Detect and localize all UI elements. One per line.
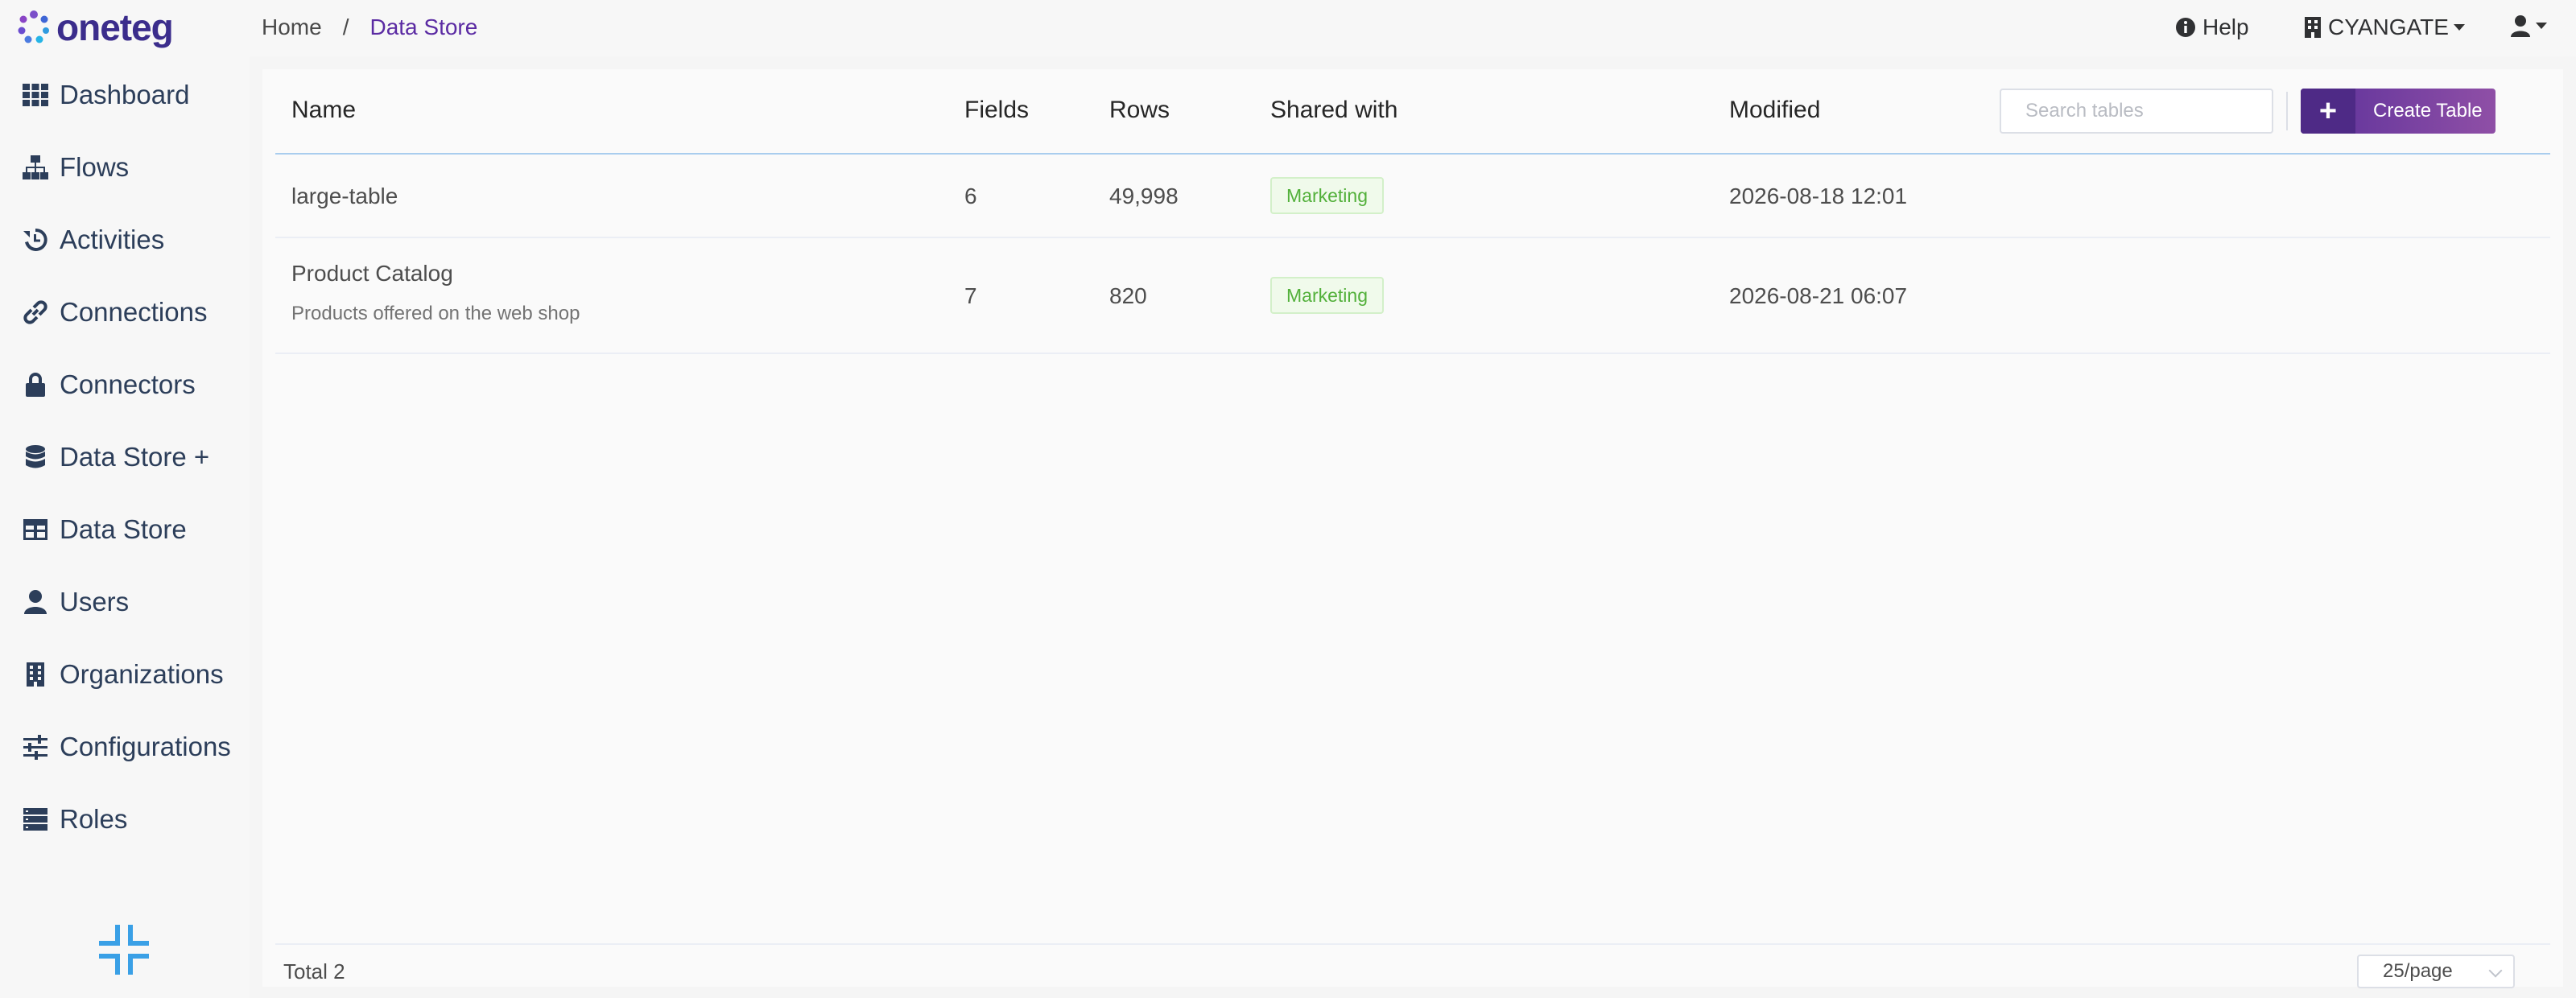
sidebar-item-label: Users	[60, 587, 130, 617]
sidebar-item-data-store-plus[interactable]: Data Store +	[21, 433, 209, 481]
sidebar-item-users[interactable]: Users	[21, 578, 129, 626]
divider	[2286, 92, 2288, 130]
info-icon	[2176, 18, 2195, 37]
page-size-value: 25/page	[2383, 960, 2453, 982]
database-icon	[21, 443, 50, 472]
column-rows[interactable]: Rows	[1109, 97, 1170, 124]
sidebar-item-connectors[interactable]: Connectors	[21, 361, 196, 409]
row-name[interactable]: large-table	[291, 184, 398, 209]
row-description: Products offered on the web shop	[291, 303, 580, 324]
sidebar-item-label: Organizations	[60, 659, 224, 689]
row-fields: 7	[964, 283, 977, 308]
sidebar-item-dashboard[interactable]: Dashboard	[21, 71, 189, 119]
user-menu[interactable]	[2510, 14, 2547, 37]
shared-with-tag: Marketing	[1270, 277, 1384, 314]
sidebar-item-label: Data Store	[60, 514, 187, 544]
sidebar-item-connections[interactable]: Connections	[21, 288, 207, 336]
create-table-button[interactable]: + Create Table	[2301, 89, 2496, 134]
sidebar-item-organizations[interactable]: Organizations	[21, 650, 224, 699]
chevron-down-icon	[2453, 24, 2465, 31]
create-table-label: Create Table	[2373, 100, 2483, 122]
building-icon	[21, 660, 50, 689]
building-icon	[2305, 17, 2321, 38]
row-rows: 820	[1109, 283, 1147, 308]
brand-logo[interactable]: oneteg	[14, 6, 174, 48]
sliders-icon	[21, 732, 50, 761]
sidebar-item-label: Connectors	[60, 369, 196, 399]
top-bar: oneteg Home / Data Store Help CYANGATE	[0, 0, 2576, 56]
sidebar-item-label: Flows	[60, 152, 130, 182]
collapse-sidebar-icon[interactable]	[98, 924, 150, 975]
sitemap-icon	[21, 153, 50, 182]
sidebar-item-label: Dashboard	[60, 80, 190, 109]
sidebar-item-roles[interactable]: Roles	[21, 795, 127, 843]
table-icon	[21, 515, 50, 544]
row-rows: 49,998	[1109, 184, 1179, 208]
sidebar: Dashboard Flows Activities Connections C…	[0, 56, 250, 998]
column-name[interactable]: Name	[291, 97, 356, 124]
sidebar-item-label: Connections	[60, 297, 208, 327]
sidebar-item-label: Configurations	[60, 732, 231, 761]
org-name: CYANGATE	[2328, 14, 2449, 39]
data-store-panel: Name Fields Rows Shared with Modified Se…	[262, 69, 2563, 988]
sidebar-item-flows[interactable]: Flows	[21, 143, 129, 192]
help-label: Help	[2202, 14, 2249, 39]
grid-icon	[21, 80, 50, 109]
brand-name: oneteg	[56, 6, 174, 48]
table-row[interactable]: large-table 6 49,998 Marketing 2026-08-1…	[275, 155, 2550, 238]
sidebar-item-label: Activities	[60, 225, 165, 254]
chevron-down-icon	[2488, 963, 2503, 978]
breadcrumb-separator: /	[342, 14, 349, 39]
column-modified[interactable]: Modified	[1729, 97, 1820, 124]
org-dropdown[interactable]: CYANGATE	[2304, 14, 2465, 40]
shared-with-tag: Marketing	[1270, 177, 1384, 214]
user-icon	[2511, 15, 2530, 37]
sidebar-item-label: Data Store +	[60, 442, 210, 472]
user-icon	[21, 588, 50, 617]
footer-divider	[275, 943, 2550, 945]
breadcrumb-current: Data Store	[369, 14, 478, 39]
breadcrumb-home[interactable]: Home	[262, 14, 322, 40]
breadcrumb: Home / Data Store	[262, 14, 477, 40]
row-modified: 2026-08-18 12:01	[1729, 184, 1908, 208]
plus-icon: +	[2301, 89, 2355, 134]
link-icon	[21, 298, 50, 327]
row-name[interactable]: Product Catalog	[291, 261, 453, 287]
sidebar-item-configurations[interactable]: Configurations	[21, 723, 231, 771]
sidebar-item-data-store[interactable]: Data Store	[21, 505, 187, 554]
page-size-select[interactable]: 25/page	[2357, 955, 2515, 988]
sidebar-item-activities[interactable]: Activities	[21, 216, 164, 264]
list-icon	[21, 805, 50, 834]
lock-icon	[21, 370, 50, 399]
table-row[interactable]: Product Catalog Products offered on the …	[275, 238, 2550, 354]
table-header: Name Fields Rows Shared with Modified Se…	[275, 69, 2550, 155]
sidebar-item-label: Roles	[60, 804, 128, 834]
logo-mark-icon	[18, 10, 49, 43]
column-fields[interactable]: Fields	[964, 97, 1029, 124]
history-icon	[21, 225, 50, 254]
column-shared-with[interactable]: Shared with	[1270, 97, 1397, 124]
help-link[interactable]: Help	[2175, 14, 2249, 40]
row-fields: 6	[964, 184, 977, 208]
chevron-down-icon	[2536, 23, 2547, 29]
row-modified: 2026-08-21 06:07	[1729, 283, 1908, 308]
search-input[interactable]: Search tables	[2000, 89, 2273, 134]
total-count: Total 2	[283, 959, 345, 984]
